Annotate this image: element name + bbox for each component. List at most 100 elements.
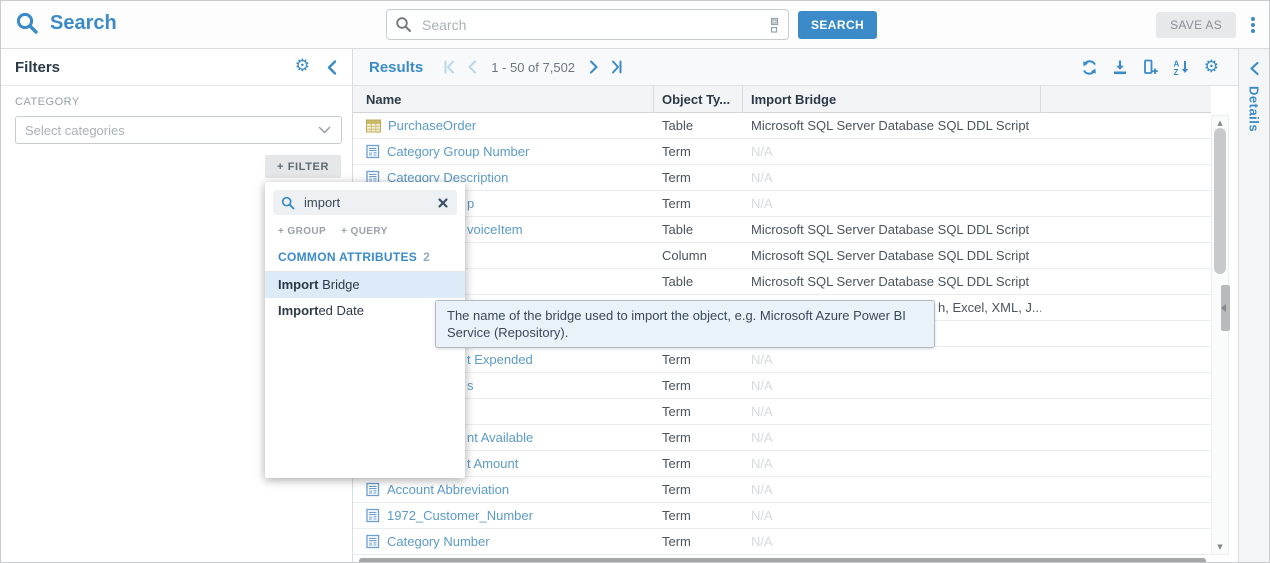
object-type-cell: Term — [654, 165, 743, 190]
table-row[interactable]: Account AbbreviationTermN/A — [353, 477, 1211, 503]
popup-search-input[interactable] — [302, 194, 430, 211]
import-bridge-cell: Microsoft SQL Server Database SQL DDL Sc… — [743, 269, 1041, 294]
column-header-object-type[interactable]: Object Ty... — [654, 86, 743, 113]
name-cell: Category Number — [353, 529, 654, 554]
filler-cell — [1041, 503, 1211, 528]
scroll-up-arrow-icon[interactable]: ▲ — [1212, 119, 1228, 127]
kebab-menu-icon[interactable] — [1249, 15, 1257, 35]
import-bridge-cell: Microsoft SQL Server Database SQL DDL Sc… — [743, 217, 1041, 242]
table-row[interactable]: pTermN/A — [353, 191, 1211, 217]
search-icon — [395, 16, 412, 33]
import-bridge-cell: Microsoft SQL Server Database SQL DDL Sc… — [743, 113, 1041, 138]
table-row[interactable]: 1972_Customer_NumberTermN/A — [353, 503, 1211, 529]
object-name-link[interactable]: voiceItem — [467, 217, 523, 242]
refresh-icon[interactable] — [1081, 59, 1098, 76]
application-window: Search SEARCH SAVE AS — [0, 0, 1270, 563]
table-row[interactable]: TableMicrosoft SQL Server Database SQL D… — [353, 269, 1211, 295]
category-label: CATEGORY — [15, 96, 352, 108]
table-row[interactable]: Category NumberTermN/A — [353, 529, 1211, 555]
next-page-button[interactable] — [587, 59, 601, 75]
object-name-link[interactable]: Category Number — [387, 529, 490, 554]
sort-az-icon[interactable]: A Z — [1173, 59, 1190, 76]
import-bridge-cell: N/A — [743, 373, 1041, 398]
section-count-badge: 2 — [423, 250, 430, 264]
object-name-link[interactable]: s — [467, 373, 474, 398]
attribute-list-item[interactable]: Import Bridge — [265, 272, 465, 298]
global-search-box[interactable] — [386, 9, 789, 40]
filler-cell — [1041, 217, 1211, 242]
column-header-name[interactable]: Name — [353, 86, 654, 113]
attribute-description-tooltip: The name of the bridge used to import th… — [435, 300, 935, 348]
filler-cell — [1041, 477, 1211, 502]
import-bridge-cell: N/A — [743, 139, 1041, 164]
results-settings-gear-icon[interactable]: ⚙ — [1204, 59, 1219, 76]
name-cell: 1972_Customer_Number — [353, 503, 654, 528]
table-row[interactable]: voiceItemTableMicrosoft SQL Server Datab… — [353, 217, 1211, 243]
filters-settings-gear-icon[interactable]: ⚙ — [295, 58, 310, 75]
filler-cell — [1041, 321, 1211, 346]
previous-page-button[interactable] — [465, 59, 479, 75]
import-bridge-cell: N/A — [743, 165, 1041, 190]
chevron-down-icon — [318, 126, 331, 134]
table-row[interactable]: ColumnMicrosoft SQL Server Database SQL … — [353, 243, 1211, 269]
details-tab-label[interactable]: Details — [1247, 86, 1262, 132]
add-group-link[interactable]: + GROUP — [278, 226, 326, 237]
term-object-icon — [366, 534, 380, 549]
table-row[interactable]: s TermN/A — [353, 373, 1211, 399]
object-type-cell: Term — [654, 347, 743, 372]
filters-title: Filters — [15, 59, 60, 76]
object-type-cell: Term — [654, 373, 743, 398]
download-icon[interactable] — [1112, 59, 1128, 75]
save-as-button[interactable]: SAVE AS — [1156, 12, 1236, 38]
object-type-cell: Term — [654, 451, 743, 476]
object-name-link[interactable]: p — [467, 191, 474, 216]
table-row[interactable]: t AmountTermN/A — [353, 451, 1211, 477]
filler-cell — [1041, 295, 1211, 320]
import-bridge-cell: N/A — [743, 191, 1041, 216]
filler-cell — [1041, 113, 1211, 138]
object-name-link[interactable]: Category Group Number — [387, 139, 529, 164]
object-name-link[interactable]: Account Abbreviation — [387, 477, 509, 502]
advanced-search-icon[interactable] — [766, 17, 780, 33]
scroll-down-arrow-icon[interactable]: ▼ — [1212, 543, 1228, 551]
add-query-link[interactable]: + QUERY — [341, 226, 388, 237]
details-expand-chevron-icon[interactable] — [1248, 61, 1261, 76]
table-row[interactable]: Category Group NumberTermN/A — [353, 139, 1211, 165]
global-search-input[interactable] — [420, 16, 766, 34]
object-type-cell: Term — [654, 425, 743, 450]
add-filter-button[interactable]: + FILTER — [265, 155, 341, 178]
first-page-button[interactable] — [441, 59, 457, 75]
object-name-link[interactable]: PurchaseOrder — [388, 113, 476, 138]
popup-search-box[interactable] — [273, 190, 457, 215]
details-splitter-handle[interactable] — [1221, 285, 1230, 331]
last-page-button[interactable] — [609, 59, 625, 75]
search-icon — [281, 196, 295, 210]
category-select[interactable]: Select categories — [15, 116, 342, 144]
filler-cell — [1041, 399, 1211, 424]
table-row[interactable]: nt AvailableTermN/A — [353, 425, 1211, 451]
filler-cell — [1041, 373, 1211, 398]
object-type-cell: Column — [654, 243, 743, 268]
object-name-link[interactable]: 1972_Customer_Number — [387, 503, 533, 528]
table-row[interactable]: t Expended TermN/A — [353, 347, 1211, 373]
filler-cell — [1041, 165, 1211, 190]
filters-collapse-chevron-icon[interactable] — [325, 59, 339, 76]
table-row[interactable]: Category DescriptionTermN/A — [353, 165, 1211, 191]
search-button[interactable]: SEARCH — [798, 11, 877, 39]
vertical-scrollbar-thumb[interactable] — [1214, 128, 1226, 274]
vertical-scrollbar[interactable]: ▲ ▼ — [1211, 115, 1229, 555]
category-select-placeholder: Select categories — [25, 123, 318, 138]
object-type-cell: Term — [654, 503, 743, 528]
object-name-link[interactable]: nt Available — [467, 425, 533, 450]
clear-search-icon[interactable] — [437, 197, 449, 209]
table-row[interactable]: PurchaseOrderTableMicrosoft SQL Server D… — [353, 113, 1211, 139]
object-name-link[interactable]: t Expended — [467, 347, 533, 372]
table-row[interactable]: TermN/A — [353, 399, 1211, 425]
import-bridge-cell: N/A — [743, 347, 1041, 372]
column-header-import-bridge[interactable]: Import Bridge — [743, 86, 1041, 113]
term-object-icon — [366, 508, 380, 523]
name-cell: Category Group Number — [353, 139, 654, 164]
add-column-icon[interactable] — [1142, 59, 1159, 76]
object-name-link[interactable]: t Amount — [467, 451, 518, 476]
horizontal-scrollbar-thumb[interactable] — [359, 558, 1206, 563]
